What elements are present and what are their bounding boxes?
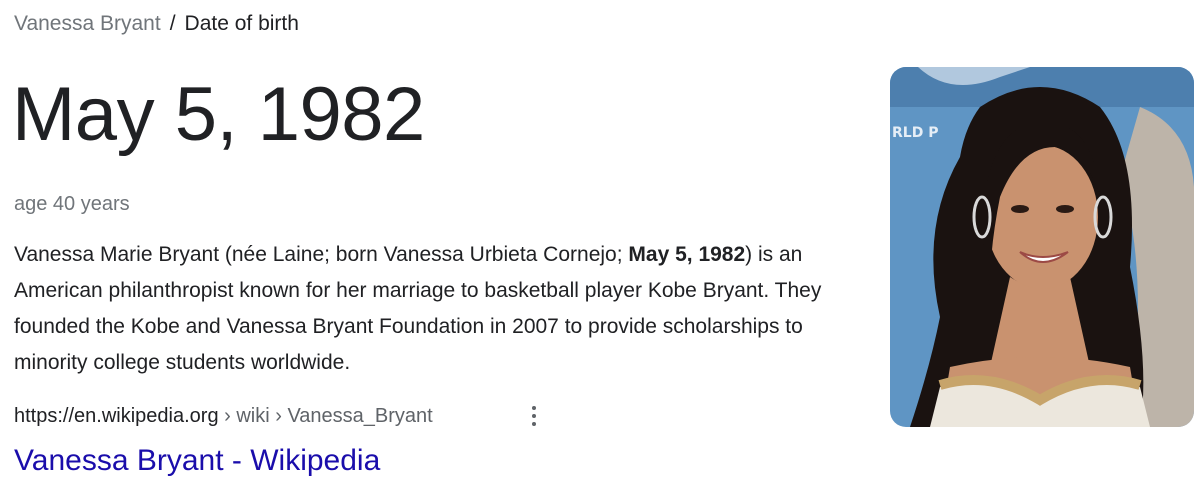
- more-vert-icon[interactable]: [520, 401, 548, 431]
- source-path: › wiki › Vanessa_Bryant: [218, 405, 433, 427]
- more-dot: [532, 414, 536, 418]
- portrait-image: RLD P: [890, 67, 1194, 427]
- source-cite[interactable]: https://en.wikipedia.org › wiki › Vaness…: [14, 402, 433, 430]
- source-domain: https://en.wikipedia.org: [14, 405, 219, 427]
- eye-left: [1011, 205, 1029, 213]
- answer-date: May 5, 1982: [12, 72, 425, 157]
- more-dot: [532, 422, 536, 426]
- snippet-before: Vanessa Marie Bryant (née Laine; born Va…: [14, 243, 629, 266]
- breadcrumb-entity[interactable]: Vanessa Bryant: [14, 12, 161, 35]
- breadcrumb-attribute: Date of birth: [184, 12, 299, 35]
- eye-right: [1056, 205, 1074, 213]
- result-title-link[interactable]: Vanessa Bryant - Wikipedia: [14, 442, 380, 480]
- breadcrumb-separator: /: [169, 12, 176, 35]
- person-photo[interactable]: RLD P: [890, 67, 1194, 427]
- snippet-highlight: May 5, 1982: [628, 243, 746, 266]
- backdrop-text: RLD P: [892, 125, 938, 141]
- snippet-text: Vanessa Marie Bryant (née Laine; born Va…: [14, 237, 844, 381]
- answer-age: age 40 years: [14, 193, 130, 215]
- more-dot: [532, 406, 536, 410]
- breadcrumb: Vanessa Bryant / Date of birth: [14, 10, 299, 38]
